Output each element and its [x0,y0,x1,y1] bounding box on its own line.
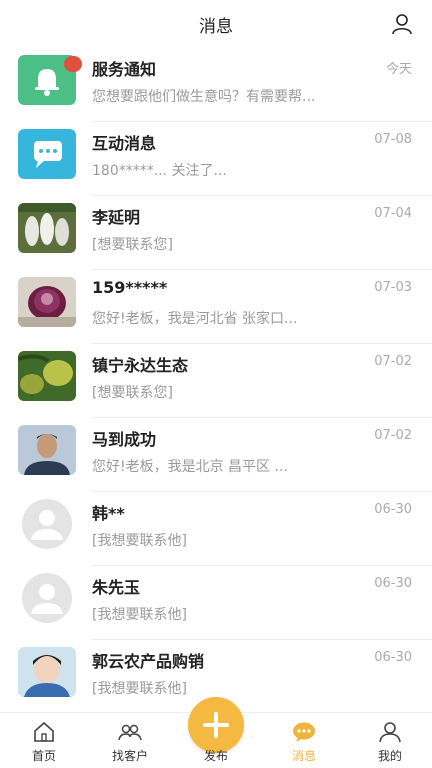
avatar-photo [18,277,76,327]
message-date: 06-30 [374,502,412,517]
tab-label: 找客户 [111,749,148,763]
page-title: 消息 [199,17,233,37]
message-row[interactable]: 159***** 07-03 您好!老板，我是河北省 张家口... [0,270,432,344]
user-icon [379,722,401,743]
message-name: 互动消息 [92,134,157,153]
tab-label: 首页 [31,749,56,763]
message-preview: [我想要联系他] [92,681,187,697]
tab-find-customers[interactable]: 找客户 [90,721,170,764]
tab-label: 我的 [377,749,402,763]
group-icon [118,724,142,741]
message-preview: 您好!老板，我是北京 昌平区 ... [92,459,288,475]
message-row[interactable]: 李延明 07-04 [想要联系您] [0,196,432,270]
message-name: 朱先玉 [92,578,141,597]
avatar-photo [18,203,76,253]
message-date: 06-30 [374,576,412,591]
message-name: 159***** [92,278,168,297]
message-name: 李延明 [92,208,141,227]
message-row[interactable]: 镇宁永达生态 07-02 [想要联系您] [0,344,432,418]
message-date: 07-03 [374,280,412,295]
message-preview: 您好!老板，我是河北省 张家口... [92,311,298,327]
avatar-photo [18,425,76,475]
message-row[interactable]: 朱先玉 06-30 [我想要联系他] [0,566,432,640]
message-preview: [我想要联系他] [92,533,187,549]
tab-messages[interactable]: 消息 [264,721,344,764]
message-date: 07-02 [374,354,412,369]
message-date: 07-08 [374,132,412,147]
plus-icon [203,712,229,738]
message-name: 郭云农产品购销 [92,652,205,671]
message-preview: [想要联系您] [92,237,173,253]
chat-bubble-icon [18,129,76,179]
avatar-photo [18,351,76,401]
top-bar: 消息 [0,0,432,48]
message-preview: [想要联系您] [92,385,173,401]
unread-badge [64,56,82,72]
tab-label: 消息 [291,749,316,763]
publish-label: 发布 [203,749,228,763]
message-name: 马到成功 [92,430,157,449]
message-row[interactable]: 马到成功 07-02 您好!老板，我是北京 昌平区 ... [0,418,432,492]
bottom-tab-bar: 首页 找客户 发布 消息 我的 [0,697,432,768]
message-preview: 180*****... 关注了... [92,163,227,179]
message-preview: [我想要联系他] [92,607,187,623]
message-row-interaction[interactable]: 互动消息 07-08 180*****... 关注了... [0,122,432,196]
message-name: 镇宁永达生态 [92,356,189,375]
message-date: 07-04 [374,206,412,221]
message-list: 服务通知 今天 您想要跟他们做生意吗？有需要帮... 互动消息 07-08 18… [0,48,432,714]
home-icon [34,721,54,742]
message-name: 服务通知 [92,60,157,79]
message-date: 今天 [385,62,412,77]
avatar-photo [18,647,76,697]
message-preview: 您想要跟他们做生意吗？有需要帮... [92,89,316,105]
message-row[interactable]: 韩** 06-30 [我想要联系他] [0,492,432,566]
default-avatar-icon [22,499,72,549]
profile-icon[interactable] [390,12,414,36]
message-icon [293,722,315,742]
tab-mine[interactable]: 我的 [350,721,430,764]
message-date: 07-02 [374,428,412,443]
publish-button[interactable] [188,697,244,753]
tab-home[interactable]: 首页 [4,721,84,764]
message-name: 韩** [92,504,125,523]
message-row-service[interactable]: 服务通知 今天 您想要跟他们做生意吗？有需要帮... [0,48,432,122]
message-date: 06-30 [374,650,412,665]
default-avatar-icon [22,573,72,623]
